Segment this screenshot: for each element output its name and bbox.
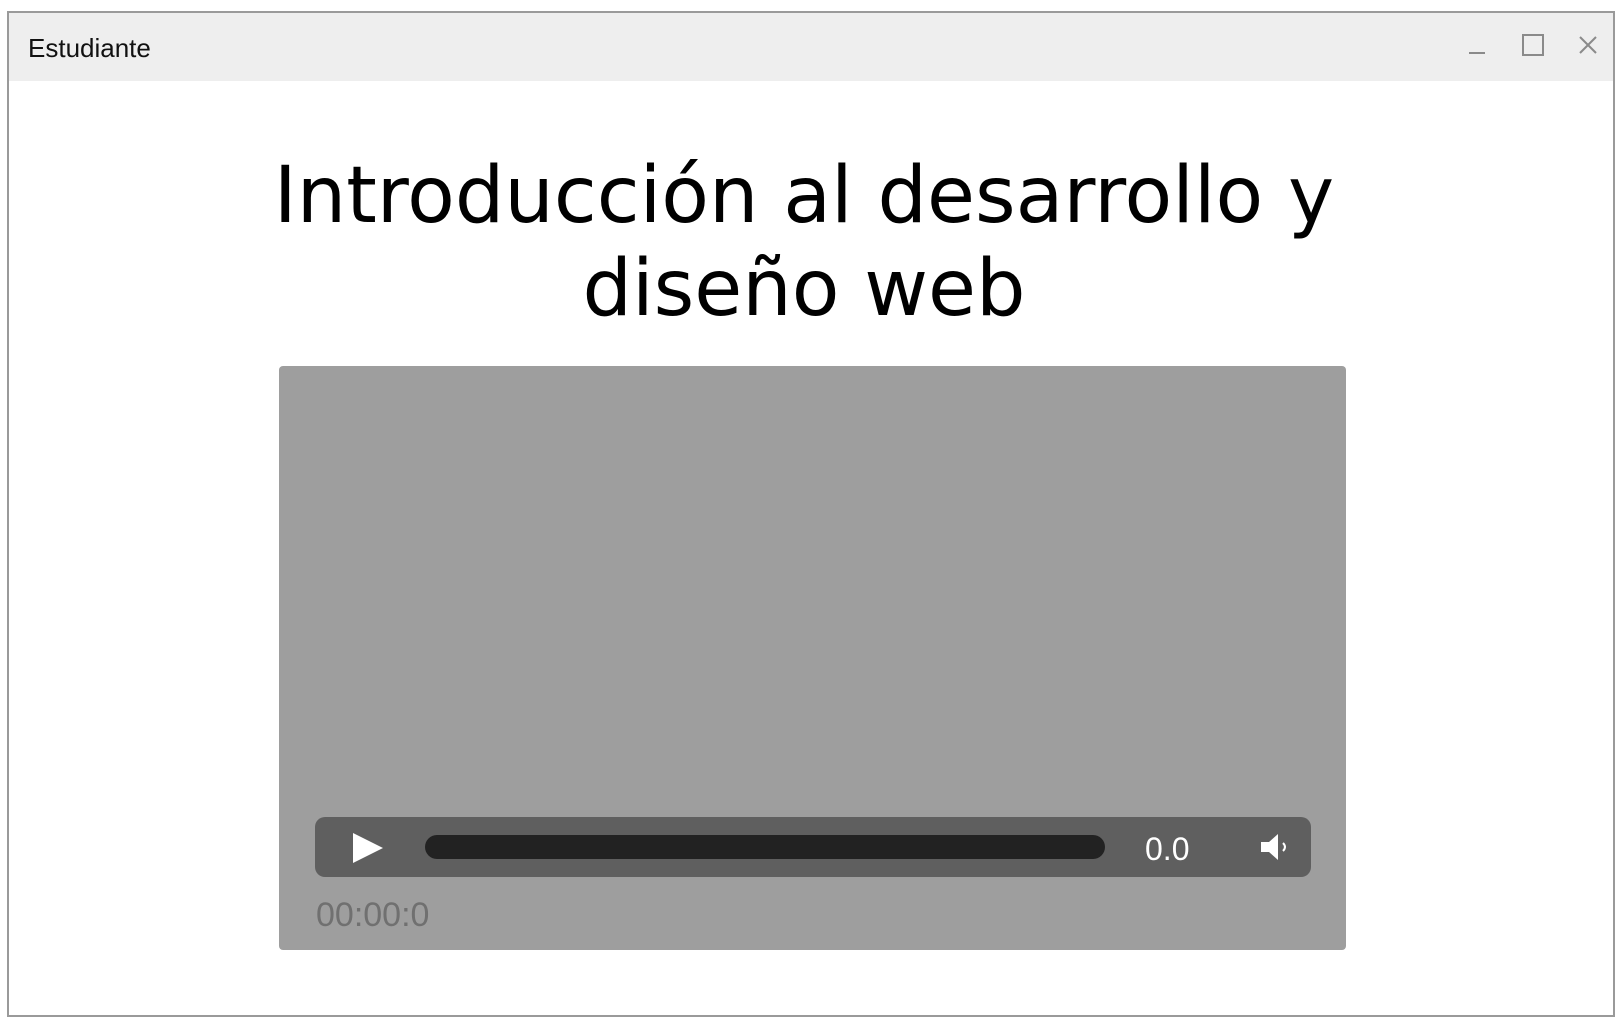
video-player[interactable]: 0.0 00:00:0	[279, 366, 1346, 950]
title-bar[interactable]: Estudiante	[9, 13, 1613, 81]
play-button[interactable]	[349, 831, 385, 865]
maximize-button[interactable]	[1517, 29, 1549, 61]
minimize-button[interactable]	[1461, 29, 1493, 61]
play-icon	[353, 833, 383, 863]
volume-button[interactable]	[1259, 831, 1293, 863]
maximize-icon	[1522, 34, 1544, 56]
progress-bar[interactable]	[425, 835, 1105, 859]
page-title: Introducción al desarrollo y diseño web	[273, 151, 1335, 334]
speaker-icon	[1261, 834, 1286, 860]
timecode: 00:00:0	[316, 896, 430, 934]
close-button[interactable]	[1572, 29, 1604, 61]
player-controls: 0.0	[315, 817, 1311, 877]
volume-value: 0.0	[1145, 831, 1190, 867]
window-title: Estudiante	[28, 33, 151, 63]
close-icon	[1579, 36, 1597, 54]
minimize-icon	[1469, 52, 1485, 54]
